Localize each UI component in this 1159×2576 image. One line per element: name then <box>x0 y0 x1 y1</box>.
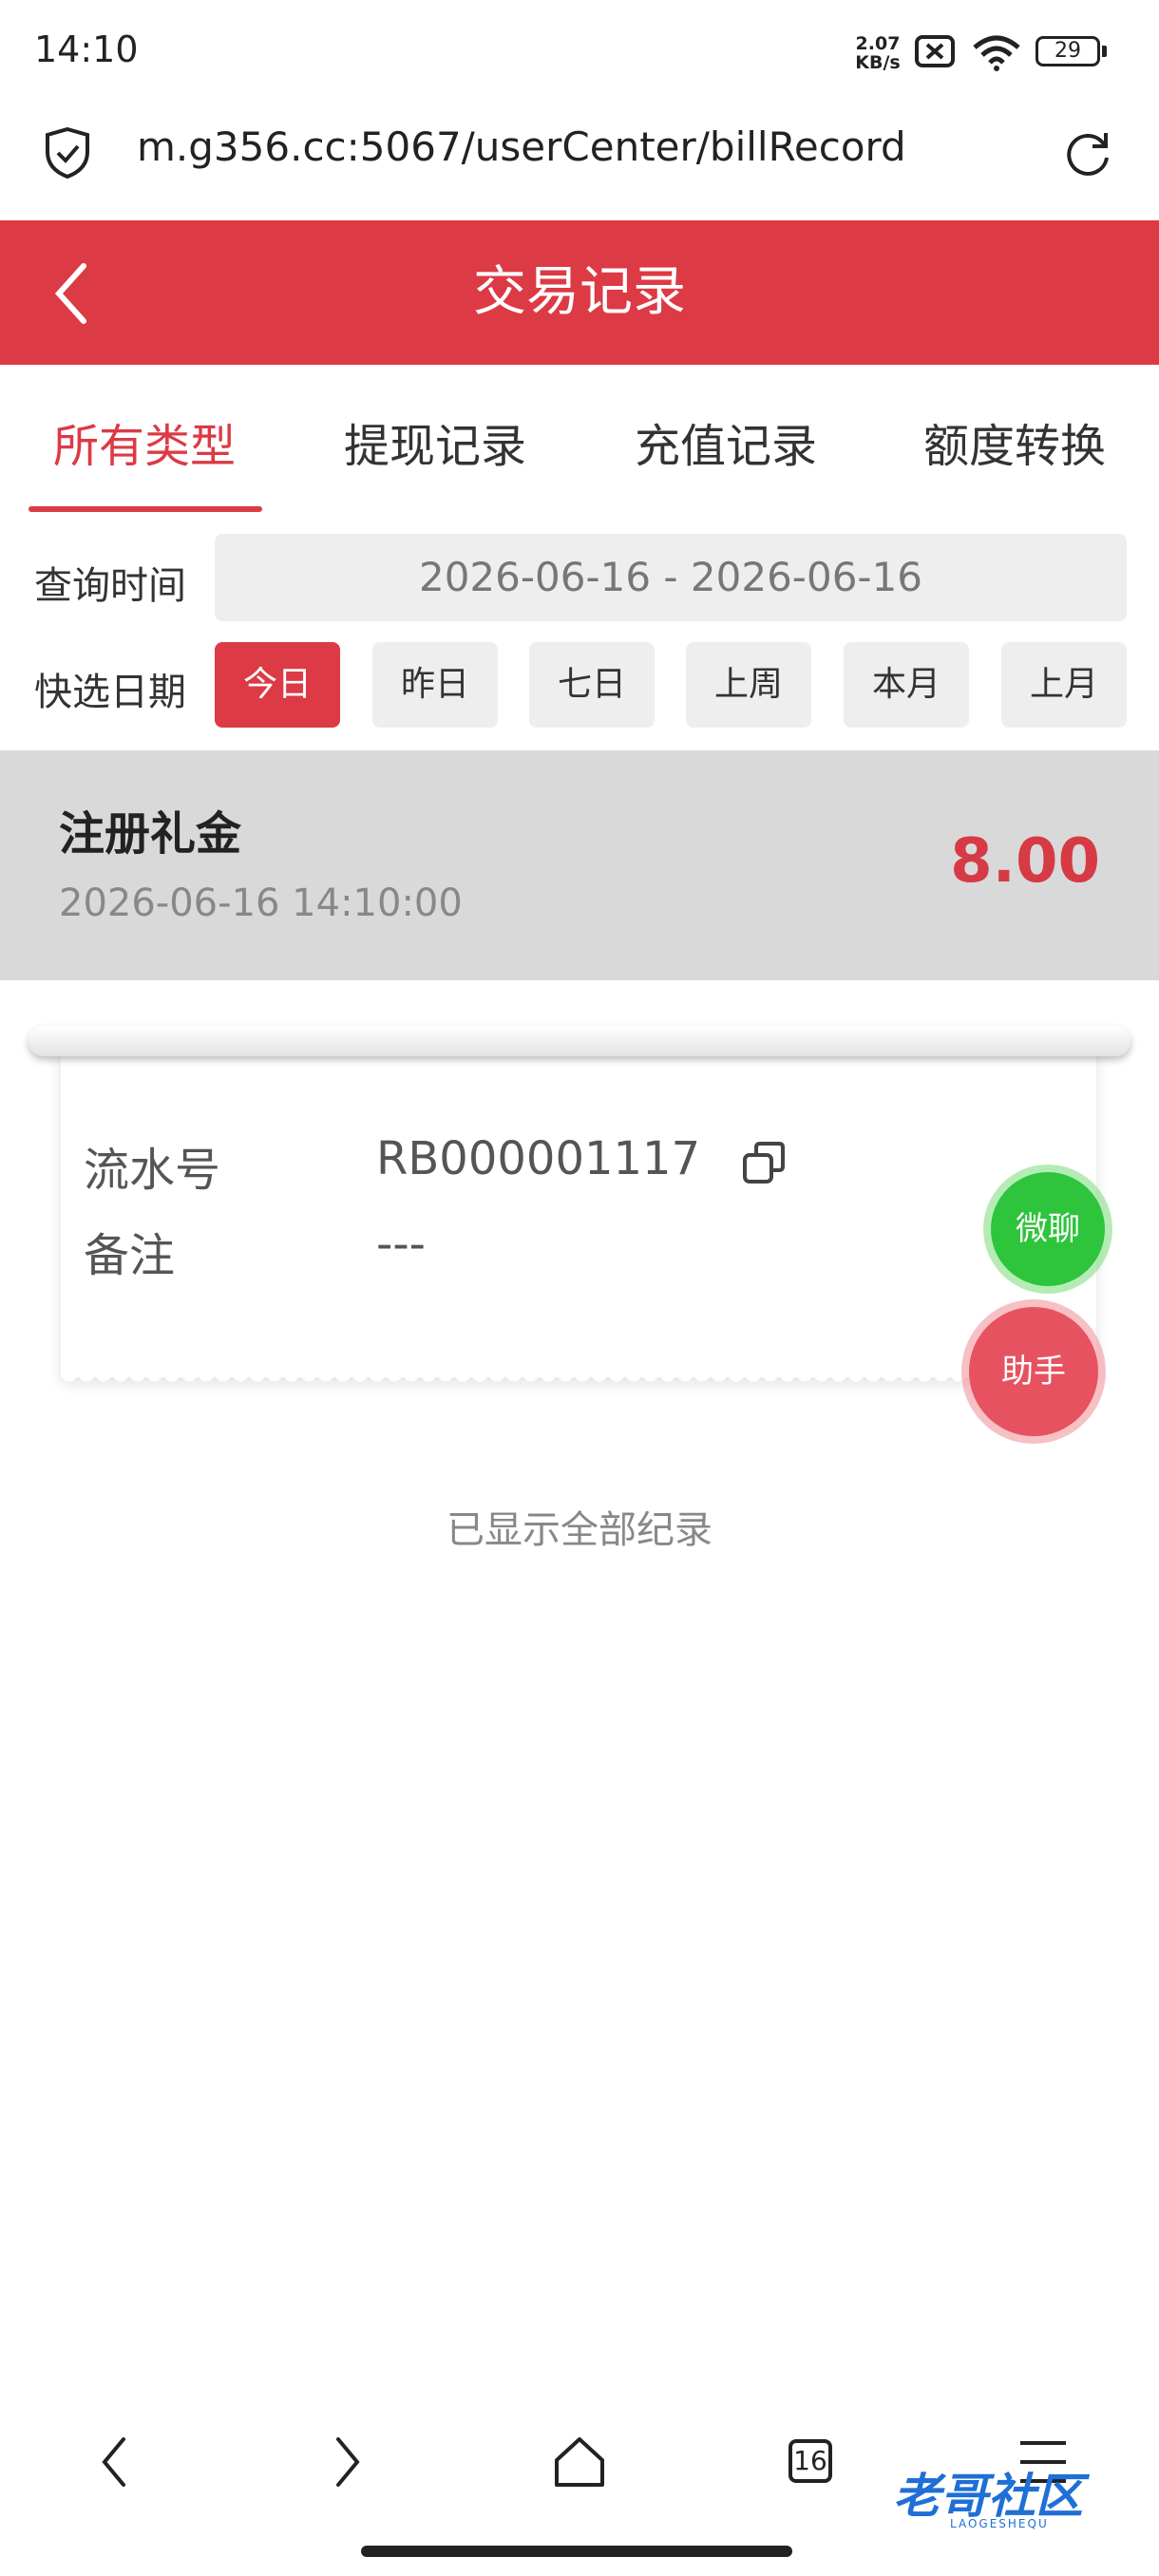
record-time: 2026-06-16 14:10:00 <box>59 881 463 925</box>
battery-indicator: 29 <box>1036 36 1100 66</box>
record-title: 注册礼金 <box>59 807 242 861</box>
reload-icon[interactable] <box>1062 127 1113 179</box>
receipt-edge <box>61 1373 1096 1389</box>
sim-off-icon <box>915 35 955 67</box>
page-title: 交易记录 <box>473 261 686 323</box>
copy-icon[interactable] <box>741 1140 788 1187</box>
quick-date-label: 快选日期 <box>34 671 186 714</box>
tab-withdraw-records[interactable]: 提现记录 <box>321 408 549 475</box>
nav-back-icon[interactable] <box>95 2434 133 2491</box>
serial-value: RB000001117 <box>376 1132 701 1185</box>
record-amount: 8.00 <box>950 826 1100 897</box>
net-speed-value: 2.07 <box>855 33 901 54</box>
receipt-roller <box>28 1026 1130 1056</box>
shield-check-icon[interactable] <box>42 125 93 180</box>
tab-deposit-records[interactable]: 充值记录 <box>612 408 840 475</box>
end-of-list-note: 已显示全部纪录 <box>446 1508 712 1552</box>
tab-quota-transfer[interactable]: 额度转换 <box>901 408 1129 475</box>
forward-icon[interactable] <box>329 2434 367 2491</box>
quick-last-week-button[interactable]: 上周 <box>686 642 811 728</box>
quick-today-button[interactable]: 今日 <box>215 642 340 728</box>
home-icon[interactable] <box>551 2434 608 2491</box>
gesture-home-bar[interactable] <box>361 2546 792 2557</box>
query-time-label: 查询时间 <box>34 564 186 608</box>
active-tab-indicator <box>28 506 262 512</box>
remark-label: 备注 <box>84 1229 176 1282</box>
serial-label: 流水号 <box>84 1144 221 1197</box>
chat-fab-button[interactable]: 微聊 <box>991 1172 1105 1286</box>
battery-tip <box>1102 46 1107 57</box>
quick-this-month-button[interactable]: 本月 <box>844 642 969 728</box>
url-bar[interactable]: m.g356.cc:5067/userCenter/billRecord <box>137 123 906 170</box>
date-range-picker[interactable]: 2026-06-16 - 2026-06-16 <box>215 534 1127 621</box>
quick-7days-button[interactable]: 七日 <box>529 642 655 728</box>
remark-value: --- <box>376 1218 426 1271</box>
tabs-count-button[interactable]: 16 <box>788 2439 832 2483</box>
quick-last-month-button[interactable]: 上月 <box>1001 642 1127 728</box>
watermark-subtext: LAOGESHEQU <box>950 2517 1049 2530</box>
net-speed-unit: KB/s <box>855 52 901 73</box>
wifi-icon <box>973 35 1020 71</box>
tab-all-types[interactable]: 所有类型 <box>30 408 258 475</box>
quick-yesterday-button[interactable]: 昨日 <box>372 642 498 728</box>
back-icon[interactable] <box>49 260 93 327</box>
network-speed: 2.07 KB/s <box>853 34 902 72</box>
status-time: 14:10 <box>34 28 139 70</box>
record-detail-receipt <box>61 1047 1096 1377</box>
assistant-fab-button[interactable]: 助手 <box>969 1307 1098 1436</box>
